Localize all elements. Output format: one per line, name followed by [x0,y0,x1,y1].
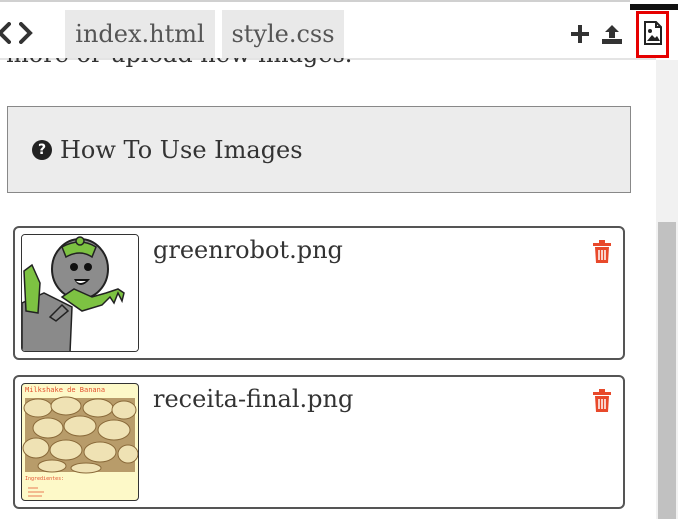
image-filename: receita-final.png [153,385,354,413]
how-to-label: How To Use Images [60,135,303,164]
tab-style-css[interactable]: style.css [222,10,344,58]
image-filename: greenrobot.png [153,236,343,264]
upload-icon[interactable] [598,20,626,48]
image-icon [643,20,663,49]
chevron-left-icon[interactable] [0,18,14,48]
how-to-use-images-button[interactable]: ? How To Use Images [7,106,631,193]
active-indicator [630,4,678,10]
image-card: greenrobot.png [13,226,625,360]
trash-icon[interactable] [591,389,613,413]
robot-illustration [22,235,138,351]
scrollbar-thumb[interactable] [658,222,676,519]
images-button[interactable] [636,11,669,58]
banana-photo [22,396,138,497]
toolbar-top-border [0,0,630,2]
chevron-right-icon[interactable] [16,18,36,48]
tab-label: index.html [75,20,205,48]
image-card: Milkshake de Banana Ingredientes: receit… [13,375,625,509]
editor-toolbar: index.html style.css [0,0,678,60]
plus-icon[interactable] [566,20,594,48]
question-circle-icon: ? [32,139,52,160]
trash-icon[interactable] [591,240,613,264]
image-thumbnail[interactable] [21,234,139,352]
thumb-caption: Ingredientes: [25,476,65,482]
tab-index-html[interactable]: index.html [65,10,215,58]
image-thumbnail[interactable]: Milkshake de Banana Ingredientes: [21,383,139,501]
tab-label: style.css [231,20,335,48]
